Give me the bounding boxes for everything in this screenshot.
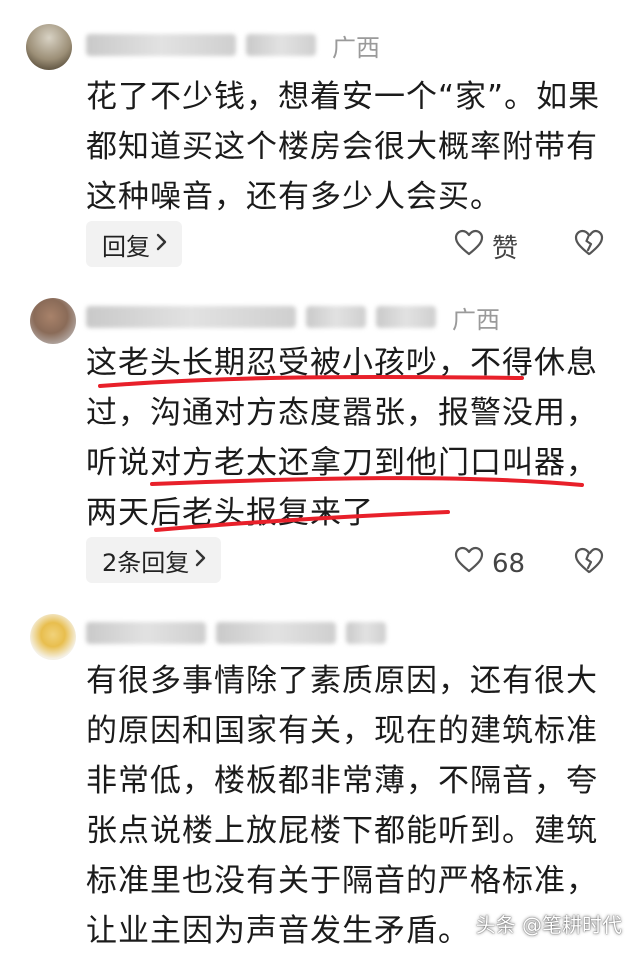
replies-button[interactable]: 2条回复 (86, 537, 222, 583)
text-line: 标准里也没有关于隔音的严格标准， (86, 863, 598, 899)
text-line: 花了不少钱，想着安一个“家”。如果 (86, 79, 601, 115)
heart-outline-icon (454, 229, 492, 264)
text-line: 两天后老头报复来了 (86, 495, 374, 531)
broken-heart-icon (574, 547, 604, 579)
blurred-timestamp (306, 306, 366, 328)
heart-outline-icon (454, 546, 492, 581)
blurred-timestamp (376, 306, 436, 328)
dislike-button[interactable] (574, 547, 604, 579)
blurred-timestamp (216, 622, 336, 644)
comment-meta: 广西 (86, 302, 500, 334)
avatar[interactable] (26, 24, 72, 70)
chevron-right-icon (195, 548, 207, 573)
text-line: 听说对方老太还拿刀到他门口叫器， (86, 445, 598, 481)
blurred-timestamp (246, 34, 316, 56)
blurred-username (86, 622, 206, 644)
text-line: 这种噪音，还有多少人会买。 (86, 179, 502, 215)
region-label: 广西 (452, 305, 500, 334)
reply-button[interactable]: 回复 (86, 221, 182, 267)
region-label: 广西 (332, 33, 380, 62)
text-line: 都知道买这个楼房会很大概率附带有 (86, 129, 598, 165)
watermark: 头条 @笔耕时代 (475, 913, 622, 937)
comment-text: 这老头长期忍受被小孩吵，不得休息 过，沟通对方态度嚣张，报警没用， 听说对方老太… (86, 338, 626, 538)
broken-heart-icon (574, 229, 604, 261)
blurred-username (86, 306, 296, 328)
like-button[interactable]: 赞 (454, 228, 518, 265)
avatar[interactable] (30, 614, 76, 660)
blurred-region (346, 622, 386, 644)
comment-meta: 广西 (86, 30, 380, 62)
text-line: 的原因和国家有关，现在的建筑标准 (86, 713, 598, 749)
text-line: 张点说楼上放屁楼下都能听到。建筑 (86, 813, 598, 849)
reply-label: 回复 (102, 232, 150, 261)
blurred-username (86, 34, 236, 56)
chevron-right-icon (156, 232, 168, 257)
text-line: 非常低，楼板都非常薄，不隔音，夸 (86, 763, 598, 799)
like-button[interactable]: 68 (454, 546, 525, 581)
comment-text: 花了不少钱，想着安一个“家”。如果 都知道买这个楼房会很大概率附带有 这种噪音，… (86, 72, 626, 222)
text-line: 这老头长期忍受被小孩吵，不得休息 (86, 345, 598, 381)
text-line: 过，沟通对方态度嚣张，报警没用， (86, 395, 598, 431)
avatar[interactable] (30, 298, 76, 344)
like-label: 赞 (492, 234, 519, 264)
text-line: 有很多事情除了素质原因，还有很大 (86, 663, 598, 699)
dislike-button[interactable] (574, 229, 604, 261)
reply-label: 2条回复 (102, 548, 190, 577)
comment-meta (86, 618, 396, 648)
like-count: 68 (492, 548, 526, 579)
